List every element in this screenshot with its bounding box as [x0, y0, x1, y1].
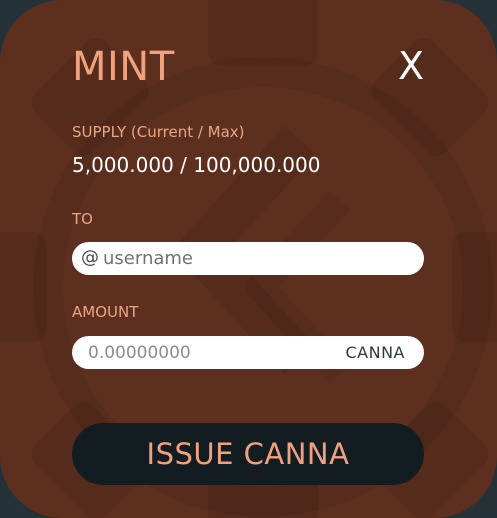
close-icon: X — [397, 44, 425, 88]
issue-button[interactable]: ISSUE CANNA — [72, 423, 424, 485]
to-label: TO — [72, 210, 93, 228]
supply-value: 5,000.000 / 100,000.000 — [72, 153, 321, 177]
close-button[interactable]: X — [392, 46, 430, 86]
mint-dialog: MINT X SUPPLY (Current / Max) 5,000.000 … — [0, 0, 497, 518]
token-unit-label: CANNA — [345, 343, 405, 362]
supply-label: SUPPLY (Current / Max) — [72, 123, 245, 141]
amount-label: AMOUNT — [72, 303, 139, 321]
dialog-title: MINT — [72, 44, 175, 90]
amount-field[interactable]: CANNA — [72, 336, 424, 369]
recipient-field[interactable]: @ — [72, 242, 424, 275]
amount-input[interactable] — [88, 339, 308, 366]
at-prefix: @ — [81, 247, 99, 268]
username-input[interactable] — [103, 245, 403, 272]
